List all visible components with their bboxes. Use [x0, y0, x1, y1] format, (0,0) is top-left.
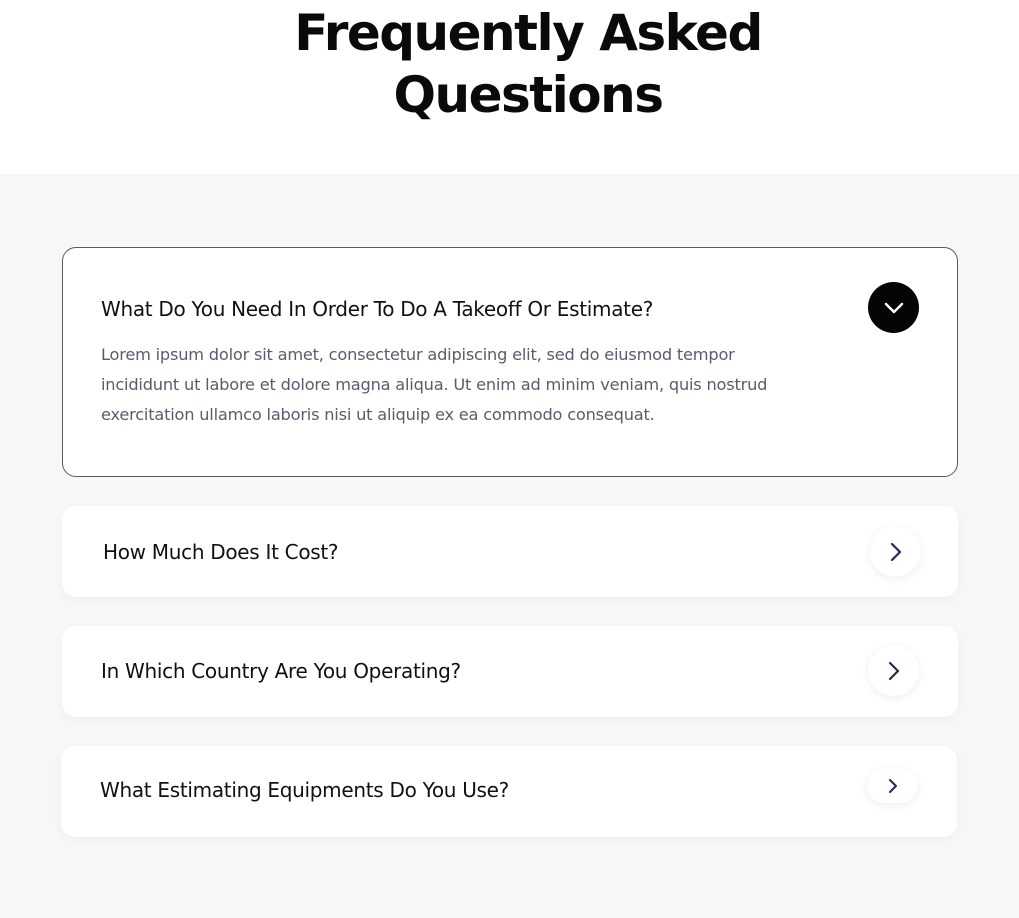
page-title: Frequently Asked Questions — [0, 2, 1019, 126]
chevron-right-icon — [888, 661, 899, 680]
page-title-line-2: Questions — [393, 66, 664, 124]
faq-item-takeoff-estimate[interactable]: What Do You Need In Order To Do A Takeof… — [62, 247, 958, 477]
faq-answer-line: exercitation ullamco laboris nisi ut ali… — [101, 405, 655, 424]
faq-question[interactable]: How Much Does It Cost? — [103, 539, 339, 565]
faq-answer-line: incididunt ut labore et dolore magna ali… — [101, 375, 768, 394]
faq-item-equipment[interactable]: What Estimating Equipments Do You Use? — [61, 746, 957, 837]
expand-toggle-button[interactable] — [868, 645, 919, 696]
faq-section: What Do You Need In Order To Do A Takeof… — [0, 174, 1019, 918]
chevron-down-icon — [884, 302, 903, 313]
faq-question[interactable]: What Do You Need In Order To Do A Takeof… — [101, 296, 653, 322]
chevron-right-icon — [888, 779, 897, 793]
expand-toggle-button[interactable] — [870, 526, 921, 577]
faq-item-cost[interactable]: How Much Does It Cost? — [62, 506, 958, 597]
page-title-line-1: Frequently Asked — [294, 4, 763, 62]
faq-question[interactable]: In Which Country Are You Operating? — [101, 658, 461, 684]
faq-answer: Lorem ipsum dolor sit amet, consectetur … — [101, 340, 801, 430]
faq-header: Frequently Asked Questions — [0, 0, 1019, 174]
collapse-toggle-button[interactable] — [868, 282, 919, 333]
expand-toggle-button[interactable] — [867, 769, 918, 803]
faq-question[interactable]: What Estimating Equipments Do You Use? — [100, 777, 509, 803]
chevron-right-icon — [890, 542, 901, 561]
faq-item-country[interactable]: In Which Country Are You Operating? — [62, 626, 958, 717]
faq-answer-line: Lorem ipsum dolor sit amet, consectetur … — [101, 345, 735, 364]
